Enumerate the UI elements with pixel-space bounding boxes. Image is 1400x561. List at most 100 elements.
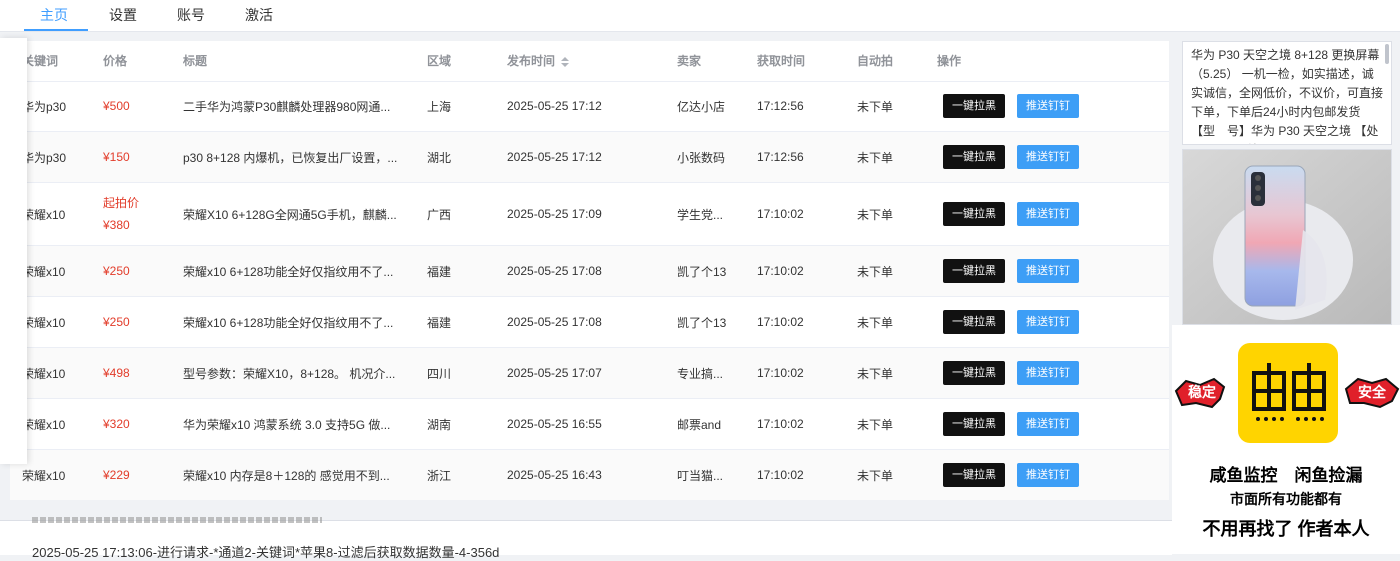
table-row[interactable]: 荣耀x10 ¥229 荣耀x10 内存是8＋128的 感觉用不到... 浙江 2025-…	[10, 450, 1169, 500]
cell-keyword: 华为p30	[22, 99, 67, 114]
push-dingtalk-button[interactable]: 推送钉钉	[1017, 310, 1079, 334]
log-panel[interactable]: 2025-05-25 17:13:06-进行请求-*通道2-关键词*苹果8-过滤…	[0, 517, 1172, 560]
side-drawer-edge[interactable]	[0, 38, 27, 464]
push-dingtalk-button[interactable]: 推送钉钉	[1017, 361, 1079, 385]
cell-price: ¥498	[103, 366, 130, 380]
log-line: 2025-05-25 17:13:06-进行请求-*通道2-关键词*苹果8-过滤…	[32, 545, 500, 560]
cell-price: ¥229	[103, 468, 130, 482]
col-fetched: 获取时间	[757, 54, 806, 68]
cell-title[interactable]: 荣耀X10 6+128G全网通5G手机，麒麟...	[183, 183, 397, 245]
cell-fetched: 17:10:02	[757, 264, 804, 278]
table-row[interactable]: 华为p30 ¥150 p30 8+128 内爆机，已恢复出厂设置，... 湖北 2025…	[10, 132, 1169, 183]
cell-seller: 叮当猫...	[677, 468, 724, 483]
col-published-label: 发布时间	[507, 54, 556, 68]
cell-fetched: 17:10:02	[757, 315, 804, 329]
tab-home[interactable]: 主页	[40, 0, 68, 30]
table-row[interactable]: 荣耀x10 ¥320 华为荣耀x10 鸿蒙系统 3.0 支持5G 做... 湖南 202…	[10, 399, 1169, 450]
cell-price: ¥500	[103, 99, 130, 113]
cell-seller: 专业搞...	[677, 366, 724, 381]
cell-published: 2025-05-25 17:12	[507, 99, 602, 113]
cell-published: 2025-05-25 17:08	[507, 315, 602, 329]
cell-price: 起拍价¥380	[103, 196, 140, 232]
cell-region: 四川	[427, 366, 452, 381]
cell-keyword: 荣耀x10	[22, 468, 66, 483]
push-dingtalk-button[interactable]: 推送钉钉	[1017, 94, 1079, 118]
cell-fetched: 17:10:02	[757, 417, 804, 431]
blacklist-button[interactable]: 一键拉黑	[943, 202, 1005, 226]
table-row[interactable]: 荣耀x10 ¥250 荣耀x10 6+128功能全好仅指纹用不了... 福建 2025-…	[10, 297, 1169, 348]
phone-photo-image	[1183, 150, 1391, 324]
badge-safe: 安全	[1358, 384, 1386, 400]
cell-price: ¥150	[103, 150, 130, 164]
blacklist-button[interactable]: 一键拉黑	[943, 361, 1005, 385]
table-row[interactable]: 荣耀x10 起拍价¥380 荣耀X10 6+128G全网通5G手机，麒麟... 广西 2…	[10, 183, 1169, 246]
table-row[interactable]: 荣耀x10 ¥498 型号参数：荣耀X10，8+128。 机况介... 四川 2025-…	[10, 348, 1169, 399]
table-row[interactable]: 华为p30 ¥500 二手华为鸿蒙P30麒麟处理器980网通... 上海 2025-05…	[10, 81, 1169, 132]
cell-title[interactable]: p30 8+128 内爆机，已恢复出厂设置，...	[183, 132, 397, 182]
blacklist-button[interactable]: 一键拉黑	[943, 310, 1005, 334]
cell-fetched: 17:10:02	[757, 207, 804, 221]
col-price: 价格	[103, 54, 128, 68]
tab-bar: 主页 设置 账号 激活	[0, 0, 1400, 32]
cell-price: ¥250	[103, 264, 130, 278]
scrollbar[interactable]	[1385, 44, 1389, 64]
cell-keyword: 荣耀x10	[22, 207, 66, 222]
cell-keyword: 荣耀x10	[22, 264, 66, 279]
cell-auto: 未下单	[857, 366, 894, 381]
blacklist-button[interactable]: 一键拉黑	[943, 259, 1005, 283]
table-row[interactable]: 荣耀x10 ¥250 荣耀x10 6+128功能全好仅指纹用不了... 福建 2025-…	[10, 246, 1169, 297]
cell-fetched: 17:12:56	[757, 99, 804, 113]
cell-seller: 学生党...	[677, 207, 724, 222]
cell-fetched: 17:10:02	[757, 366, 804, 380]
push-dingtalk-button[interactable]: 推送钉钉	[1017, 259, 1079, 283]
cell-price: ¥250	[103, 315, 130, 329]
cell-published: 2025-05-25 17:12	[507, 150, 602, 164]
cell-region: 广西	[427, 207, 452, 222]
cell-seller: 凯了个13	[677, 315, 727, 330]
push-dingtalk-button[interactable]: 推送钉钉	[1017, 145, 1079, 169]
col-seller: 卖家	[677, 54, 702, 68]
cell-fetched: 17:10:02	[757, 468, 804, 482]
col-published[interactable]: 发布时间	[507, 41, 570, 81]
cell-title[interactable]: 荣耀x10 6+128功能全好仅指纹用不了...	[183, 297, 393, 347]
cell-title[interactable]: 二手华为鸿蒙P30麒麟处理器980网通...	[183, 81, 390, 131]
cell-region: 上海	[427, 99, 452, 114]
cell-title[interactable]: 型号参数：荣耀X10，8+128。 机况介...	[183, 348, 395, 398]
cell-auto: 未下单	[857, 417, 894, 432]
push-dingtalk-button[interactable]: 推送钉钉	[1017, 412, 1079, 436]
cell-title[interactable]: 荣耀x10 内存是8＋128的 感觉用不到...	[183, 450, 390, 500]
push-dingtalk-button[interactable]: 推送钉钉	[1017, 202, 1079, 226]
blacklist-button[interactable]: 一键拉黑	[943, 463, 1005, 487]
promo-line-1: 咸鱼监控 闲鱼捡漏	[1209, 466, 1363, 485]
promo-line-2: 市面所有功能都有	[1230, 491, 1342, 507]
badge-stable: 稳定	[1188, 384, 1216, 400]
cell-auto: 未下单	[857, 315, 894, 330]
cell-published: 2025-05-25 17:08	[507, 264, 602, 278]
tab-account[interactable]: 账号	[177, 0, 205, 30]
blacklist-button[interactable]: 一键拉黑	[943, 94, 1005, 118]
cell-auto: 未下单	[857, 99, 894, 114]
cell-published: 2025-05-25 17:07	[507, 366, 602, 380]
cell-auto: 未下单	[857, 150, 894, 165]
cell-seller: 亿达小店	[677, 99, 726, 114]
cell-title[interactable]: 华为荣耀x10 鸿蒙系统 3.0 支持5G 做...	[183, 399, 390, 449]
blacklist-button[interactable]: 一键拉黑	[943, 145, 1005, 169]
cell-published: 2025-05-25 17:09	[507, 207, 602, 221]
cell-auto: 未下单	[857, 207, 894, 222]
tab-settings[interactable]: 设置	[109, 0, 137, 30]
tab-activate[interactable]: 激活	[245, 0, 273, 30]
sort-icon[interactable]	[561, 56, 570, 67]
cell-region: 福建	[427, 264, 452, 279]
col-auto: 自动拍	[857, 54, 894, 68]
item-description-box[interactable]: 华为 P30 天空之境 8+128 更换屏幕（5.25） 一机一检，如实描述，诚…	[1182, 41, 1392, 145]
push-dingtalk-button[interactable]: 推送钉钉	[1017, 463, 1079, 487]
cell-title[interactable]: 荣耀x10 6+128功能全好仅指纹用不了...	[183, 246, 393, 296]
col-actions: 操作	[937, 54, 962, 68]
blacklist-button[interactable]: 一键拉黑	[943, 412, 1005, 436]
item-description: 华为 P30 天空之境 8+128 更换屏幕（5.25） 一机一检，如实描述，诚…	[1191, 48, 1384, 144]
cell-keyword: 荣耀x10	[22, 417, 66, 432]
col-keyword: 关键词	[22, 54, 59, 68]
col-region: 区域	[427, 54, 452, 68]
cell-seller: 凯了个13	[677, 264, 727, 279]
cell-price: ¥320	[103, 417, 130, 431]
